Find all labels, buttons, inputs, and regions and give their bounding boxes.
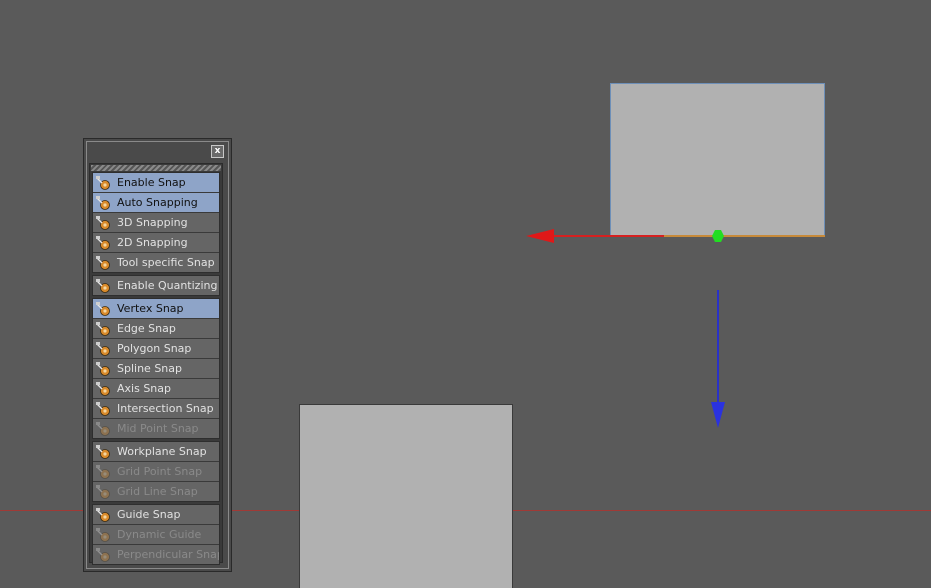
snap-item-vertex-snap[interactable]: Vertex Snap	[93, 299, 219, 318]
palette-grip[interactable]	[91, 165, 221, 171]
dynamic-guide-icon	[95, 527, 111, 542]
snap-item-edge-snap[interactable]: Edge Snap	[93, 319, 219, 338]
snap-group: Vertex Snap Edge Snap Polygon Snap Spline S…	[92, 298, 220, 439]
snap-item-label: Axis Snap	[117, 382, 171, 395]
snap-item-label: Vertex Snap	[117, 302, 184, 315]
snap-item-tool-snap[interactable]: Tool specific Snap	[93, 253, 219, 272]
snap-item-polygon-snap[interactable]: Polygon Snap	[93, 339, 219, 358]
snap-item-grid-line-snap[interactable]: Grid Line Snap	[93, 482, 219, 501]
y-axis-handle[interactable]	[717, 290, 719, 406]
selected-object[interactable]	[610, 83, 825, 236]
snap-item-label: Auto Snapping	[117, 196, 198, 209]
snap-item-label: Spline Snap	[117, 362, 182, 375]
snap-item-label: Workplane Snap	[117, 445, 207, 458]
snap-settings-palette: x Enable Snap Auto Snapping 3D Snapping 2D …	[83, 138, 232, 572]
scene-object[interactable]	[299, 404, 513, 588]
x-axis-handle[interactable]	[546, 235, 664, 237]
snap-item-workplane-snap[interactable]: Workplane Snap	[93, 442, 219, 461]
snap-item-label: 2D Snapping	[117, 236, 188, 249]
snap-item-label: Intersection Snap	[117, 402, 214, 415]
snap-item-label: Perpendicular Snap	[117, 548, 219, 561]
snap-item-spline-snap[interactable]: Spline Snap	[93, 359, 219, 378]
snap-item-label: Polygon Snap	[117, 342, 192, 355]
snap-item-label: Grid Line Snap	[117, 485, 198, 498]
polygon-snap-icon	[95, 341, 111, 356]
snap-item-label: Dynamic Guide	[117, 528, 202, 541]
intersection-snap-icon	[95, 401, 111, 416]
snap-item-label: 3D Snapping	[117, 216, 188, 229]
snap-item-2d-snap[interactable]: 2D Snapping	[93, 233, 219, 252]
snap-items-list: Enable Snap Auto Snapping 3D Snapping 2D Sn…	[89, 163, 223, 565]
highlighted-edge	[664, 235, 825, 237]
snap-group: Enable Snap Auto Snapping 3D Snapping 2D Sn…	[92, 172, 220, 273]
snap-item-grid-point-snap[interactable]: Grid Point Snap	[93, 462, 219, 481]
2d-snap-icon	[95, 235, 111, 250]
snap-item-label: Guide Snap	[117, 508, 181, 521]
midpoint-snap-icon	[95, 421, 111, 436]
snap-item-dynamic-guide[interactable]: Dynamic Guide	[93, 525, 219, 544]
snap-item-label: Mid Point Snap	[117, 422, 199, 435]
snap-item-label: Edge Snap	[117, 322, 176, 335]
magnet-icon	[95, 175, 111, 190]
snap-item-quantize[interactable]: Enable Quantizing	[93, 276, 219, 295]
snap-item-auto-snap[interactable]: Auto Snapping	[93, 193, 219, 212]
snap-item-intersection-snap[interactable]: Intersection Snap	[93, 399, 219, 418]
snap-group: Workplane Snap Grid Point Snap Grid Line S…	[92, 441, 220, 502]
snap-item-label: Tool specific Snap	[117, 256, 215, 269]
snap-item-axis-snap[interactable]: Axis Snap	[93, 379, 219, 398]
auto-snap-icon	[95, 195, 111, 210]
snap-item-midpoint-snap[interactable]: Mid Point Snap	[93, 419, 219, 438]
snap-group: Guide Snap Dynamic Guide Perpendicular Sna…	[92, 504, 220, 565]
snap-item-label: Enable Quantizing	[117, 279, 218, 292]
close-button[interactable]: x	[211, 145, 224, 158]
edge-snap-icon	[95, 321, 111, 336]
snap-item-label: Grid Point Snap	[117, 465, 203, 478]
snap-group: Enable Quantizing	[92, 275, 220, 296]
tool-snap-icon	[95, 255, 111, 270]
grid-line-snap-icon	[95, 484, 111, 499]
x-axis-arrow-icon[interactable]	[526, 229, 554, 243]
snap-item-label: Enable Snap	[117, 176, 186, 189]
snap-item-perpendicular-snap[interactable]: Perpendicular Snap	[93, 545, 219, 564]
grid-point-snap-icon	[95, 464, 111, 479]
quantize-icon	[95, 278, 111, 293]
axis-snap-icon	[95, 381, 111, 396]
snap-item-3d-snap[interactable]: 3D Snapping	[93, 213, 219, 232]
snap-item-guide-snap[interactable]: Guide Snap	[93, 505, 219, 524]
pivot-point-icon[interactable]	[711, 229, 725, 243]
snap-item-magnet[interactable]: Enable Snap	[93, 173, 219, 192]
vertex-snap-icon	[95, 301, 111, 316]
guide-snap-icon	[95, 507, 111, 522]
y-axis-arrow-icon[interactable]	[711, 402, 725, 428]
3d-snap-icon	[95, 215, 111, 230]
spline-snap-icon	[95, 361, 111, 376]
workplane-snap-icon	[95, 444, 111, 459]
perpendicular-snap-icon	[95, 547, 111, 562]
